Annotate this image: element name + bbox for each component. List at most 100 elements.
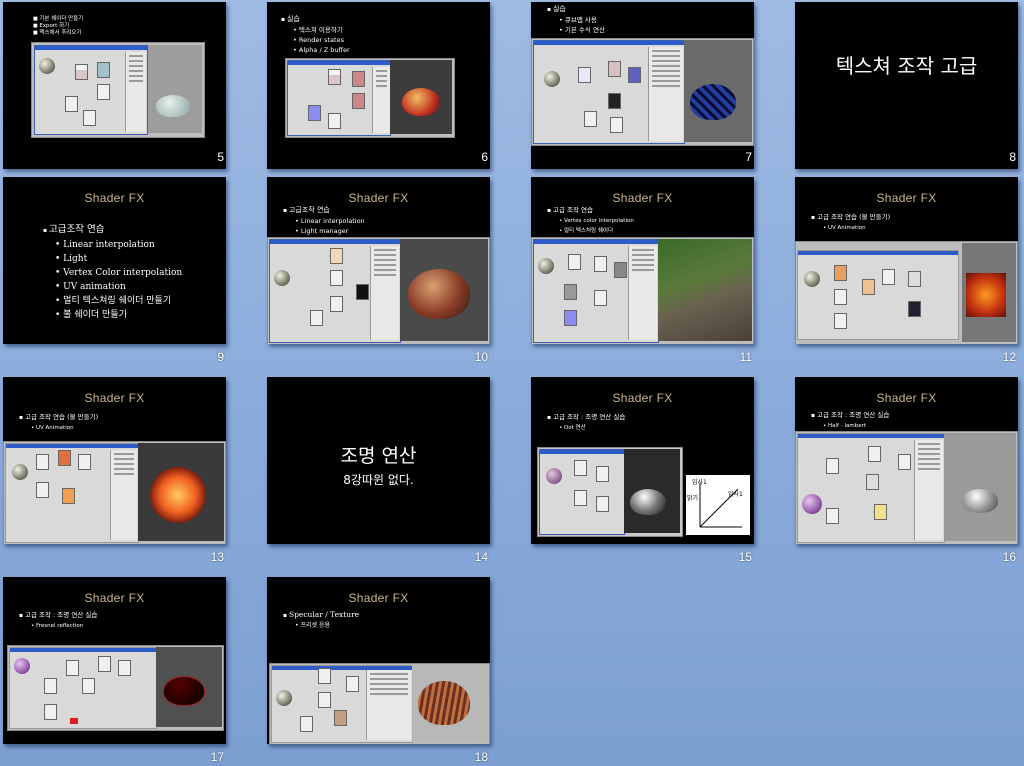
- screenshot: [269, 663, 490, 744]
- sub-bullet: Linear interpolation: [43, 238, 182, 252]
- slide-18[interactable]: Shader FX Specular / Texture 프리셋 응용: [267, 577, 490, 744]
- bullet: 고급조작 연습: [43, 223, 182, 238]
- slide-title: Shader FX: [612, 191, 673, 205]
- slide-16-bullets: 고급 조작 : 조명 연산 실습 Half - lambert: [811, 410, 889, 431]
- slide-title: 조명 연산: [340, 445, 417, 467]
- slide-10[interactable]: Shader FX 고급조작 연습 Linear interpolation L…: [267, 177, 490, 344]
- slide-title: Shader FX: [876, 191, 937, 205]
- bullet: 실습: [547, 4, 605, 15]
- shaderfx-window: [287, 60, 391, 136]
- slide-number: 11: [739, 350, 752, 364]
- sub-bullet: 기본 수식 연산: [547, 25, 605, 35]
- shaderfx-window: [5, 443, 139, 543]
- screenshot: [3, 441, 226, 544]
- slide-title: Shader FX: [84, 191, 145, 205]
- bullet: Specular / Texture: [283, 610, 359, 621]
- slide-5-bullets: 기본 쉐이더 만들기 Export 하기 맥스에서 추려오기: [33, 16, 83, 37]
- slide-subtitle: 8강따윈 없다.: [343, 473, 414, 487]
- sub-bullet: Alpha / Z buffer: [281, 45, 350, 55]
- sub-bullet: Render states: [281, 35, 350, 45]
- slide-title: Shader FX: [348, 191, 409, 205]
- slide-number: 12: [1002, 350, 1016, 364]
- screenshot: [795, 241, 1018, 344]
- slide-number: 13: [210, 550, 224, 564]
- screenshot: [267, 237, 490, 344]
- sub-bullet: 멀티 텍스처링 쉐이더: [547, 226, 634, 236]
- slide-number: 9: [217, 350, 224, 364]
- slide-5[interactable]: 기본 쉐이더 만들기 Export 하기 맥스에서 추려오기: [3, 2, 226, 169]
- slide-14[interactable]: 조명 연산 8강따윈 없다.: [267, 377, 490, 544]
- bullet: 실습: [281, 14, 350, 25]
- sub-bullet: Vertex Color interpolation: [43, 266, 182, 280]
- slide-17-bullets: 고급 조작 : 조명 연산 실습 Fresnel reflection: [19, 610, 97, 631]
- bullet: 기본 쉐이더 만들기: [33, 16, 83, 23]
- slide-12-bullets: 고급 조작 연습 (불 만들기) UV Animation: [811, 212, 890, 233]
- slide-6[interactable]: 실습 텍스쳐 이용하기 Render states Alpha / Z buff…: [267, 2, 490, 169]
- bullet: 고급 조작 : 조명 연산 실습: [19, 610, 97, 621]
- slide-11-bullets: 고급 조작 연습 Vertex color interpolation 멀티 텍…: [547, 205, 634, 236]
- sub-bullet: 큐브맵 사용: [547, 15, 605, 25]
- slide-number: 14: [474, 550, 488, 564]
- diagram-label: 입사1: [692, 479, 707, 486]
- slide-16[interactable]: Shader FX 고급 조작 : 조명 연산 실습 Half - lamber…: [795, 377, 1018, 544]
- diagram-label: 밝기: [687, 495, 699, 502]
- slide-17[interactable]: Shader FX 고급 조작 : 조명 연산 실습 Fresnel refle…: [3, 577, 226, 744]
- sub-bullet: Half - lambert: [811, 421, 889, 431]
- shaderfx-window: [797, 250, 959, 340]
- screenshot: [7, 645, 224, 731]
- slide-8[interactable]: 텍스쳐 조작 고급: [795, 2, 1018, 169]
- slide-title: Shader FX: [876, 391, 937, 405]
- slide-13[interactable]: Shader FX 고급 조작 연습 (불 만들기) UV Animation: [3, 377, 226, 544]
- bullet: 고급조작 연습: [283, 205, 365, 216]
- slide-10-bullets: 고급조작 연습 Linear interpolation Light manag…: [283, 205, 365, 236]
- slide-title: Shader FX: [612, 391, 673, 405]
- shaderfx-window: [533, 40, 685, 144]
- slide-number: 7: [745, 150, 752, 164]
- slide-sorter-view: { "slides": [ {"num":"5","bullets":["기본 …: [0, 0, 1024, 766]
- slide-12[interactable]: Shader FX 고급 조작 연습 (불 만들기) UV Animation: [795, 177, 1018, 344]
- slide-title: Shader FX: [348, 591, 409, 605]
- slide-number: 6: [481, 150, 488, 164]
- slide-number: 5: [217, 150, 224, 164]
- slide-13-bullets: 고급 조작 연습 (불 만들기) UV Animation: [19, 412, 98, 433]
- slide-title: Shader FX: [84, 391, 145, 405]
- sub-bullet: UV Animation: [19, 423, 98, 433]
- screenshot: [795, 431, 1018, 544]
- sub-bullet: Light: [43, 252, 182, 266]
- shaderfx-window: [9, 647, 157, 729]
- bullet: 고급 조작 : 조명 연산 실습: [811, 410, 889, 421]
- slide-number: 15: [738, 550, 752, 564]
- sub-bullet: Dot 연산: [547, 423, 625, 433]
- bullet: 고급 조작 연습 (불 만들기): [19, 412, 98, 423]
- slide-7[interactable]: 실습 큐브맵 사용 기본 수식 연산: [531, 2, 754, 169]
- slide-number: 18: [474, 750, 488, 764]
- dot-product-diagram: 입사1 입사1 밝기: [686, 475, 750, 535]
- slide-18-bullets: Specular / Texture 프리셋 응용: [283, 610, 359, 631]
- bullet: Export 하기: [33, 23, 83, 30]
- sub-bullet: UV Animation: [811, 223, 890, 233]
- shaderfx-window: [34, 45, 148, 135]
- slide-number: 16: [1002, 550, 1016, 564]
- sub-bullet: 텍스쳐 이용하기: [281, 25, 350, 35]
- slide-number: 17: [210, 750, 224, 764]
- slide-9[interactable]: Shader FX 고급조작 연습 Linear interpolation L…: [3, 177, 226, 344]
- diagram-label: 입사1: [728, 491, 743, 498]
- slide-title: 텍스쳐 조작 고급: [835, 54, 978, 78]
- sub-bullet: Fresnel reflection: [19, 621, 97, 631]
- slide-11[interactable]: Shader FX 고급 조작 연습 Vertex color interpol…: [531, 177, 754, 344]
- sub-bullet: Light manager: [283, 226, 365, 236]
- slide-15[interactable]: Shader FX 고급 조작 : 조명 연산 실습 Dot 연산 입사1 입사…: [531, 377, 754, 544]
- sub-bullet: Linear interpolation: [283, 216, 365, 226]
- sub-bullet: 프리셋 응용: [283, 621, 359, 631]
- screenshot: [531, 38, 754, 146]
- shaderfx-window: [533, 239, 659, 343]
- sub-bullet: 불 쉐이더 만들기: [43, 308, 182, 322]
- slide-number: 8: [1009, 150, 1016, 164]
- shaderfx-window: [797, 433, 945, 543]
- shaderfx-window: [271, 665, 413, 743]
- shaderfx-window: [269, 239, 401, 343]
- slide-6-bullets: 실습 텍스쳐 이용하기 Render states Alpha / Z buff…: [281, 14, 350, 55]
- bullet: 맥스에서 추려오기: [33, 30, 83, 37]
- sub-bullet: Vertex color interpolation: [547, 216, 634, 226]
- screenshot: [285, 58, 455, 138]
